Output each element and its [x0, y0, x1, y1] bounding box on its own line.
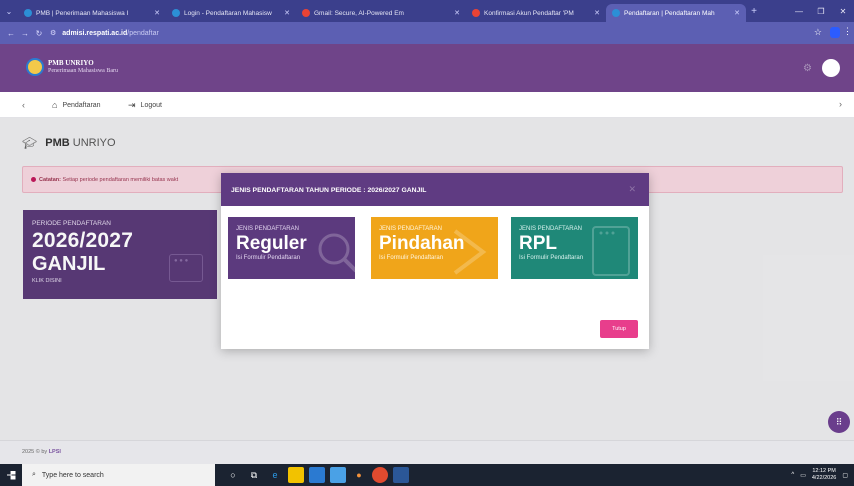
address-bar: ← → ↻ ⚙ admisi.respati.ac.id/pendaftar ☆… — [0, 22, 854, 44]
tab-title: PMB | Penerimaan Mahasiswa I — [36, 9, 129, 17]
maximize-icon[interactable]: ❐ — [810, 7, 832, 16]
tab-title: Gmail: Secure, AI-Powered Em — [314, 9, 404, 17]
modal-title: JENIS PENDAFTARAN TAHUN PERIODE : 2026/2… — [221, 173, 649, 206]
taskbar-search-placeholder: Type here to search — [41, 471, 104, 479]
brand-title: PMB UNRIYO — [48, 59, 94, 67]
option-pindahan[interactable]: JENIS PENDAFTARAN Pindahan Isi Formulir … — [371, 217, 498, 279]
url-field[interactable]: admisi.respati.ac.id/pendaftar — [62, 30, 159, 37]
store-icon[interactable] — [309, 467, 325, 483]
scroll-left-icon[interactable]: ‹ — [22, 100, 25, 110]
scroll-right-icon[interactable]: › — [839, 99, 842, 109]
nav-logout[interactable]: ⇥ Logout — [128, 100, 162, 111]
word-icon[interactable] — [393, 467, 409, 483]
back-icon[interactable]: ← — [4, 29, 18, 38]
tab-title: Login - Pendaftaran Mahasisw — [184, 9, 272, 17]
settings-gear-icon[interactable]: ⚙ — [803, 63, 812, 74]
app-header: PMB UNRIYO Penerimaan Mahasiswa Baru ⚙ — [0, 44, 854, 92]
clock-time: 12:12 PM — [812, 468, 836, 474]
tab-title: Konfirmasi Akun Pendaftar 'PM — [484, 9, 574, 17]
modal-close-icon[interactable]: ✕ — [628, 184, 636, 195]
tab-title: Pendaftaran | Pendaftaran Mah — [624, 9, 715, 17]
sub-navigation: ‹ ⌂ Pendaftaran ⇥ Logout › — [0, 92, 854, 118]
brand-subtitle: Penerimaan Mahasiswa Baru — [48, 68, 118, 74]
close-window-icon[interactable]: ✕ — [832, 7, 854, 16]
tab-search-icon[interactable]: ⌄ — [0, 0, 18, 22]
nav-logout-label: Logout — [140, 102, 162, 109]
search-icon: ⌕ — [32, 471, 36, 478]
browser-menu-icon[interactable]: ⋮ — [843, 26, 852, 37]
avatar[interactable] — [822, 59, 840, 77]
bookmark-star-icon[interactable]: ☆ — [814, 27, 822, 38]
favicon-icon — [302, 9, 310, 17]
mail-icon[interactable] — [330, 467, 346, 483]
notification-icon[interactable]: ▢ — [842, 472, 848, 479]
chrome-icon[interactable] — [372, 467, 388, 483]
tray-chevron-icon[interactable]: ^ — [791, 472, 794, 478]
browser-tab[interactable]: Konfirmasi Akun Pendaftar 'PM ✕ — [466, 4, 606, 22]
page-footer: 2025 © by LPSI — [0, 440, 854, 464]
clock-date: 4/22/2026 — [811, 475, 837, 481]
footer-org-link[interactable]: LPSI — [49, 449, 61, 455]
browser-tab[interactable]: Gmail: Secure, AI-Powered Em ✕ — [296, 4, 466, 22]
window-icon — [592, 226, 630, 276]
file-explorer-icon[interactable] — [288, 467, 304, 483]
cortana-icon[interactable]: ○ — [225, 467, 241, 483]
browser-tab-active[interactable]: Pendaftaran | Pendaftaran Mah ✕ — [606, 4, 746, 22]
reload-icon[interactable]: ↻ — [32, 29, 46, 38]
browser-tab[interactable]: Login - Pendaftaran Mahasisw ✕ — [166, 4, 296, 22]
nav-pendaftaran[interactable]: ⌂ Pendaftaran — [52, 100, 101, 110]
clock[interactable]: 12:12 PM 4/22/2026 — [812, 468, 836, 482]
search-icon — [318, 233, 355, 273]
favicon-icon — [24, 9, 32, 17]
favicon-icon — [472, 9, 480, 17]
windows-taskbar: ⌕ Type here to search ○ ⧉ e ● ^ ▭ 12:12 … — [0, 464, 854, 486]
arrow-right-icon — [453, 229, 487, 275]
new-tab-icon[interactable]: + — [746, 6, 762, 17]
browser-tab[interactable]: PMB | Penerimaan Mahasiswa I ✕ — [18, 4, 166, 22]
extension-icon[interactable] — [830, 27, 840, 38]
firefox-icon[interactable]: ● — [351, 467, 367, 483]
sign-out-icon: ⇥ — [128, 100, 136, 110]
system-tray: ^ ▭ 12:12 PM 4/22/2026 ▢ — [791, 464, 854, 486]
edge-icon[interactable]: e — [267, 467, 283, 483]
nav-pendaftaran-label: Pendaftaran — [62, 101, 101, 109]
option-rpl[interactable]: JENIS PENDAFTARAN RPL Isi Formulir Penda… — [511, 217, 638, 279]
registration-type-modal: JENIS PENDAFTARAN TAHUN PERIODE : 2026/2… — [221, 173, 649, 349]
task-view-icon[interactable]: ⧉ — [246, 467, 262, 483]
option-reguler[interactable]: JENIS PENDAFTARAN Reguler Isi Formulir P… — [228, 217, 355, 279]
footer-text: 2025 © by — [22, 449, 48, 455]
minimize-icon[interactable]: — — [788, 7, 810, 16]
site-info-icon[interactable]: ⚙ — [50, 29, 56, 37]
home-icon: ⌂ — [52, 100, 58, 110]
favicon-icon — [172, 9, 180, 17]
network-icon[interactable]: ▭ — [800, 472, 806, 479]
favicon-icon — [612, 9, 620, 17]
close-button[interactable]: Tutup — [600, 320, 638, 338]
windows-start-icon[interactable] — [0, 464, 22, 486]
close-tab-icon[interactable]: ✕ — [594, 9, 600, 17]
taskbar-search[interactable]: ⌕ Type here to search — [22, 464, 215, 486]
close-tab-icon[interactable]: ✕ — [454, 9, 460, 17]
apps-grid-icon[interactable]: ⠿ — [828, 411, 850, 433]
close-tab-icon[interactable]: ✕ — [284, 9, 290, 17]
browser-tab-strip: ⌄ PMB | Penerimaan Mahasiswa I ✕ Login -… — [0, 0, 854, 22]
logo-icon — [26, 58, 44, 76]
close-tab-icon[interactable]: ✕ — [154, 9, 160, 17]
forward-icon[interactable]: → — [18, 29, 32, 38]
close-tab-icon[interactable]: ✕ — [734, 9, 740, 17]
